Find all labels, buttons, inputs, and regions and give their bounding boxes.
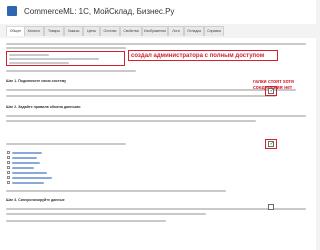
option-checkbox[interactable] — [7, 161, 10, 164]
admin-row — [9, 58, 99, 60]
step2-subtext — [6, 143, 126, 145]
step1-checkbox[interactable]: ✓ — [268, 88, 274, 94]
tab-debug[interactable]: Отладка — [184, 26, 204, 36]
option-label — [12, 152, 42, 154]
tab-help[interactable]: Справка — [204, 26, 224, 36]
step3-text — [6, 208, 306, 210]
step1-text — [6, 95, 276, 97]
option-label — [12, 177, 52, 179]
tab-prices[interactable]: Цены — [83, 26, 100, 36]
checkmark-icon: ✓ — [269, 140, 274, 147]
content-panel: создал администратора с полным доступом … — [0, 38, 316, 250]
step3-checkbox[interactable] — [268, 204, 274, 210]
tab-images[interactable]: Изображения — [142, 26, 168, 36]
option-label — [12, 172, 47, 174]
checkmark-icon: ✓ — [269, 87, 274, 94]
intro-text — [6, 47, 126, 49]
step2-text — [6, 120, 256, 122]
tab-orders[interactable]: Заказы — [64, 26, 83, 36]
admin-row — [9, 62, 69, 64]
step3-heading: Шаг 3. Синхронизируйте данные — [6, 198, 65, 202]
admin-row — [9, 54, 49, 56]
annotation-line2: соединения нет — [253, 85, 293, 91]
window-title: CommerceML: 1С, МойСклад, Бизнес.Ру — [24, 7, 175, 16]
tab-logs[interactable]: Логи — [168, 26, 184, 36]
window-titlebar: CommerceML: 1С, МойСклад, Бизнес.Ру — [0, 0, 316, 25]
step2-footer-text — [6, 190, 226, 192]
step3-text — [6, 220, 166, 222]
tab-catalog[interactable]: Каталог — [24, 26, 44, 36]
annotation-box — [128, 50, 278, 61]
option-checkbox[interactable] — [7, 166, 10, 169]
option-label — [12, 162, 40, 164]
intro-text — [6, 43, 306, 45]
tab-general[interactable]: Общее — [6, 26, 25, 36]
option-checkbox[interactable] — [7, 181, 10, 184]
option-label — [12, 182, 44, 184]
option-label — [12, 167, 34, 169]
step2-text — [6, 115, 306, 117]
step1-heading: Шаг 1. Подключите свою систему — [6, 79, 67, 83]
option-checkbox[interactable] — [7, 156, 10, 159]
tab-stock[interactable]: Остатки — [100, 26, 120, 36]
step2-heading: Шаг 2. Задайте правила обмена данными — [6, 105, 81, 109]
checkbox-annotation: галки стоят хотя соединения нет — [253, 79, 313, 91]
note-text — [6, 70, 136, 72]
tab-products[interactable]: Товары — [44, 26, 64, 36]
tabs-bar: Общее Каталог Товары Заказы Цены Остатки… — [0, 24, 316, 38]
tab-properties[interactable]: Свойства — [120, 26, 142, 36]
option-checkbox[interactable] — [7, 171, 10, 174]
option-label — [12, 157, 37, 159]
option-checkbox[interactable] — [7, 151, 10, 154]
app-logo-icon — [7, 6, 17, 16]
step2-checkbox[interactable]: ✓ — [268, 141, 274, 147]
step3-text — [6, 213, 206, 215]
option-checkbox[interactable] — [7, 176, 10, 179]
